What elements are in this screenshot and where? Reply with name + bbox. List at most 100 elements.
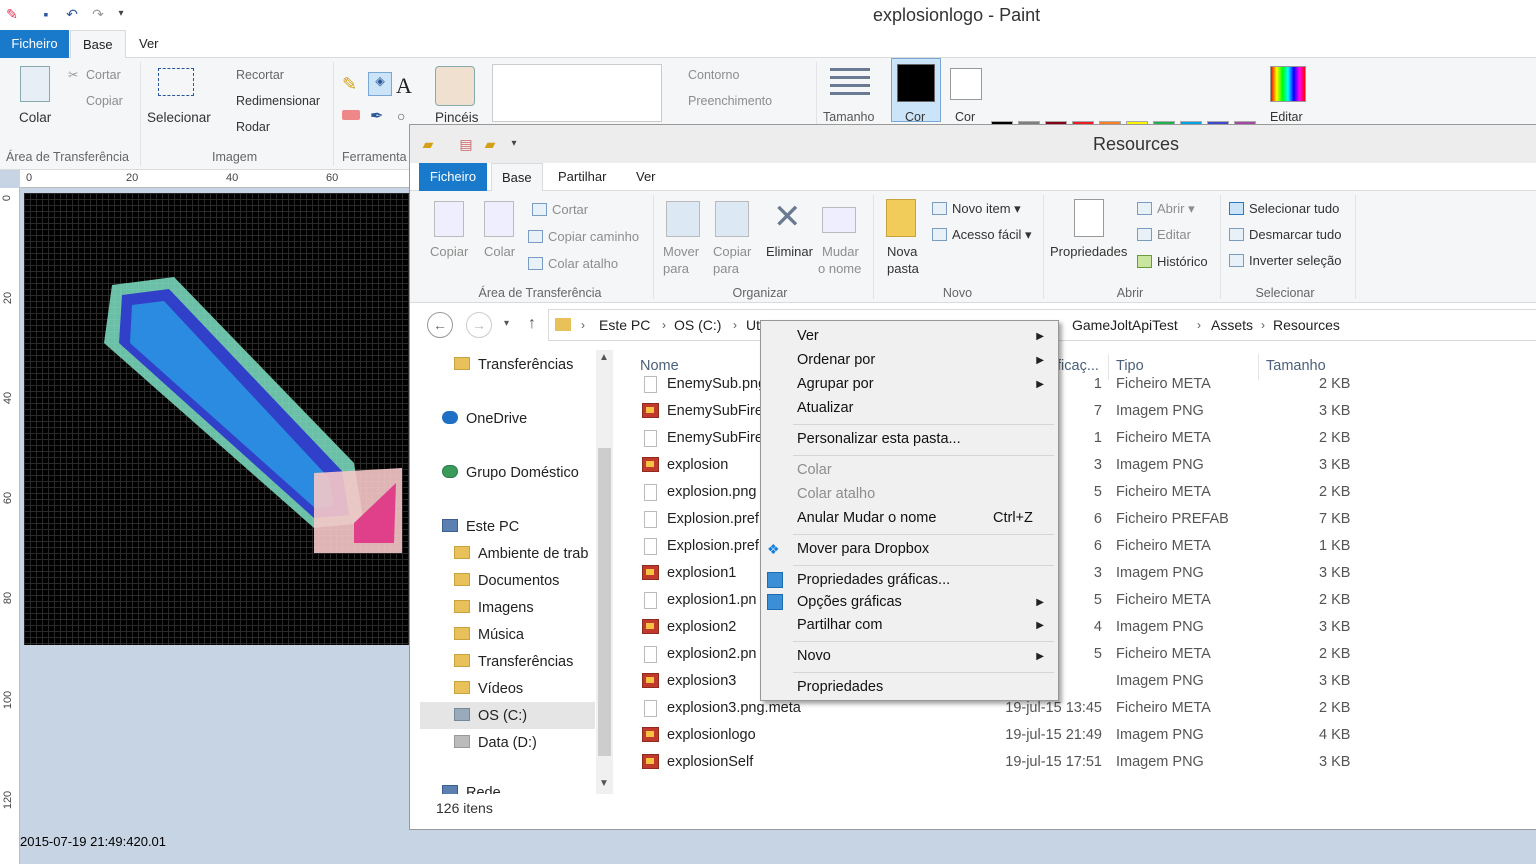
- explorer-tab-home[interactable]: Base: [491, 163, 543, 191]
- delete-button[interactable]: Eliminar: [766, 244, 813, 259]
- nav-item[interactable]: Data (D:): [454, 735, 537, 751]
- menu-item-undo-rename[interactable]: Anular Mudar o nome: [797, 510, 936, 526]
- scroll-thumb[interactable]: [598, 448, 611, 756]
- rename-icon[interactable]: [822, 207, 856, 233]
- file-row[interactable]: explosionSelf 19-jul-15 17:51 Imagem PNG 3 …: [628, 751, 1536, 778]
- menu-item-group-by[interactable]: Agrupar por: [797, 376, 874, 392]
- explorer-tab-share[interactable]: Partilhar: [548, 163, 616, 191]
- resize-button[interactable]: Redimensionar: [236, 94, 320, 108]
- breadcrumb-item[interactable]: Este PC: [599, 317, 650, 333]
- copy-to-icon[interactable]: [715, 201, 749, 237]
- nav-item[interactable]: Grupo Doméstico: [442, 465, 579, 481]
- rotate-button[interactable]: Rodar: [236, 120, 270, 134]
- recent-locations-icon[interactable]: ▾: [504, 318, 509, 329]
- move-to-button[interactable]: Mover: [663, 244, 699, 259]
- size-button[interactable]: Tamanho: [823, 110, 874, 124]
- breadcrumb-item[interactable]: GameJoltApiTest: [1072, 317, 1178, 333]
- move-to-icon[interactable]: [666, 201, 700, 237]
- select-icon[interactable]: [158, 68, 194, 96]
- menu-item-refresh[interactable]: Atualizar: [797, 400, 853, 416]
- redo-icon[interactable]: ↷: [90, 6, 106, 22]
- file-row[interactable]: explosion3.png.meta 19-jul-15 13:45 Fichei…: [628, 697, 1536, 724]
- edit-button[interactable]: Editar: [1137, 227, 1191, 242]
- crop-button[interactable]: Recortar: [236, 68, 284, 82]
- paint-canvas[interactable]: [24, 193, 410, 645]
- text-icon[interactable]: A: [396, 73, 412, 99]
- nav-item[interactable]: Transferências: [454, 357, 573, 373]
- up-icon[interactable]: ↑: [528, 315, 536, 333]
- back-icon[interactable]: ←: [427, 312, 453, 338]
- scroll-up-icon[interactable]: ▲: [599, 352, 609, 363]
- fill-icon[interactable]: ◈: [368, 72, 392, 96]
- nav-item-selected[interactable]: OS (C:): [454, 708, 527, 724]
- new-folder-icon[interactable]: [886, 199, 916, 237]
- nav-item[interactable]: Imagens: [454, 600, 534, 616]
- menu-item-graphics-properties[interactable]: Propriedades gráficas...: [797, 572, 950, 588]
- customize-quick-access-icon[interactable]: ▾: [113, 6, 129, 22]
- menu-item-dropbox[interactable]: Mover para Dropbox: [797, 541, 929, 557]
- easy-access-button[interactable]: Acesso fácil ▾: [932, 227, 1032, 243]
- nav-item[interactable]: Vídeos: [454, 681, 523, 697]
- menu-item-paste-shortcut[interactable]: Colar atalho: [797, 486, 875, 502]
- open-button[interactable]: Abrir ▾: [1137, 201, 1195, 217]
- select-none-button[interactable]: Desmarcar tudo: [1229, 227, 1341, 242]
- undo-icon[interactable]: ↶: [64, 6, 80, 22]
- properties-quick-icon[interactable]: ▤: [458, 136, 474, 152]
- menu-item-paste[interactable]: Colar: [797, 462, 832, 478]
- menu-item-share-with[interactable]: Partilhar com: [797, 617, 882, 633]
- paint-tab-file[interactable]: Ficheiro: [0, 30, 69, 58]
- delete-icon[interactable]: ✕: [773, 197, 802, 237]
- breadcrumb-item[interactable]: OS (C:): [674, 317, 721, 333]
- nav-scrollbar[interactable]: ▲ ▼: [596, 350, 613, 794]
- copy-button[interactable]: Copiar: [86, 94, 123, 108]
- menu-item-customize[interactable]: Personalizar esta pasta...: [797, 431, 961, 447]
- column-header-name[interactable]: Nome: [640, 358, 679, 374]
- edit-colors-button[interactable]: Editar: [1270, 110, 1303, 124]
- paste-icon[interactable]: [20, 66, 50, 102]
- copy-path-button[interactable]: Copiar caminho: [528, 229, 639, 244]
- magnifier-icon[interactable]: ○: [397, 108, 405, 124]
- menu-item-new[interactable]: Novo: [797, 648, 831, 664]
- pencil-icon[interactable]: ✎: [342, 74, 357, 95]
- copy-button[interactable]: Copiar: [430, 244, 468, 259]
- invert-selection-button[interactable]: Inverter seleção: [1229, 253, 1342, 268]
- edit-colors-icon[interactable]: [1270, 66, 1306, 102]
- menu-item-graphics-options[interactable]: Opções gráficas: [797, 594, 902, 610]
- nav-item[interactable]: Ambiente de trab: [454, 546, 588, 562]
- menu-item-properties[interactable]: Propriedades: [797, 679, 883, 695]
- outline-button[interactable]: Contorno: [688, 68, 739, 82]
- nav-item[interactable]: Este PC: [442, 519, 519, 535]
- history-button[interactable]: Histórico: [1137, 254, 1208, 269]
- shapes-gallery[interactable]: [492, 64, 662, 122]
- cut-button[interactable]: Cortar: [86, 68, 121, 82]
- paste-icon[interactable]: [484, 201, 514, 237]
- properties-button[interactable]: Propriedades: [1050, 244, 1127, 259]
- eraser-icon[interactable]: [342, 110, 360, 120]
- nav-item[interactable]: OneDrive: [442, 411, 527, 427]
- breadcrumb-item[interactable]: Assets: [1211, 317, 1253, 333]
- nav-item[interactable]: Documentos: [454, 573, 559, 589]
- paint-tab-view[interactable]: Ver: [127, 30, 171, 58]
- nav-item[interactable]: Música: [454, 627, 524, 643]
- explorer-tab-view[interactable]: Ver: [626, 163, 666, 191]
- new-folder-button[interactable]: Nova: [887, 244, 917, 259]
- fill-button[interactable]: Preenchimento: [688, 94, 772, 108]
- forward-icon[interactable]: →: [466, 312, 492, 338]
- paste-button[interactable]: Colar: [19, 110, 51, 125]
- copy-to-button[interactable]: Copiar: [713, 244, 751, 259]
- copy-icon[interactable]: [434, 201, 464, 237]
- nav-item[interactable]: Transferências: [454, 654, 573, 670]
- file-row[interactable]: explosionlogo 19-jul-15 21:49 Imagem PNG 4 …: [628, 724, 1536, 751]
- menu-item-sort-by[interactable]: Ordenar por: [797, 352, 875, 368]
- column-header-type[interactable]: Tipo: [1116, 358, 1144, 374]
- brushes-icon[interactable]: [435, 66, 475, 106]
- paint-tab-home[interactable]: Base: [70, 30, 126, 58]
- brushes-button[interactable]: Pincéis: [435, 110, 479, 125]
- cut-button[interactable]: Cortar: [532, 202, 588, 217]
- color2-swatch[interactable]: [950, 68, 982, 100]
- color-picker-icon[interactable]: ✒: [370, 106, 383, 126]
- save-icon[interactable]: ▪: [38, 6, 54, 22]
- breadcrumb-item[interactable]: Resources: [1273, 317, 1340, 333]
- scroll-down-icon[interactable]: ▼: [599, 778, 609, 789]
- paste-shortcut-button[interactable]: Colar atalho: [528, 256, 618, 271]
